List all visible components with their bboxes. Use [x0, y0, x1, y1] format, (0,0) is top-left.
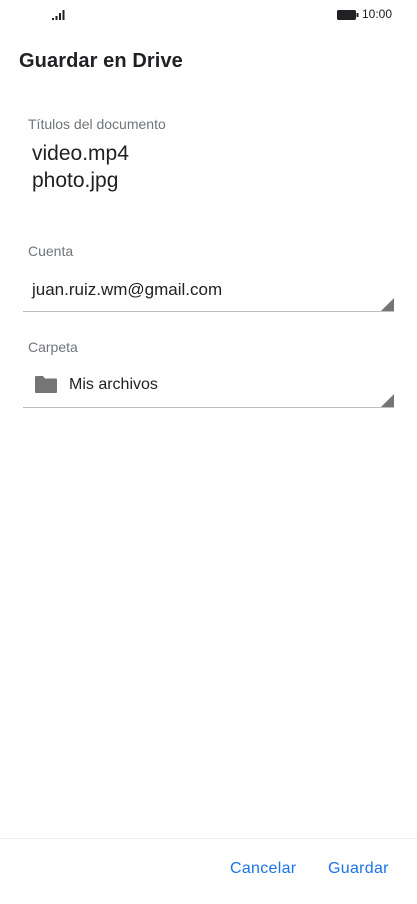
dropdown-triangle-icon [381, 298, 394, 311]
document-titles-list: video.mp4 photo.jpg [32, 140, 129, 194]
folder-icon [35, 376, 57, 393]
document-title-item: photo.jpg [32, 169, 119, 192]
save-to-drive-screen: 10:00 Guardar en Drive Títulos del docum… [0, 0, 417, 904]
document-title-item: video.mp4 [32, 142, 129, 165]
page-title: Guardar en Drive [19, 50, 183, 72]
save-button[interactable]: Guardar [328, 860, 389, 878]
dropdown-triangle-icon [381, 394, 394, 407]
folder-value: Mis archivos [69, 376, 158, 393]
account-label: Cuenta [28, 243, 74, 259]
status-bar: 10:00 [0, 0, 417, 30]
account-value: juan.ruiz.wm@gmail.com [32, 280, 223, 299]
folder-label: Carpeta [28, 339, 78, 355]
battery-icon [337, 10, 359, 20]
cancel-button[interactable]: Cancelar [230, 860, 296, 878]
status-time: 10:00 [362, 7, 393, 21]
bottom-divider [0, 838, 417, 839]
document-titles-label: Títulos del documento [28, 116, 166, 132]
account-dropdown[interactable]: juan.ruiz.wm@gmail.com [23, 270, 394, 312]
folder-dropdown[interactable]: Mis archivos [23, 365, 394, 408]
signal-bars-icon [52, 10, 65, 20]
